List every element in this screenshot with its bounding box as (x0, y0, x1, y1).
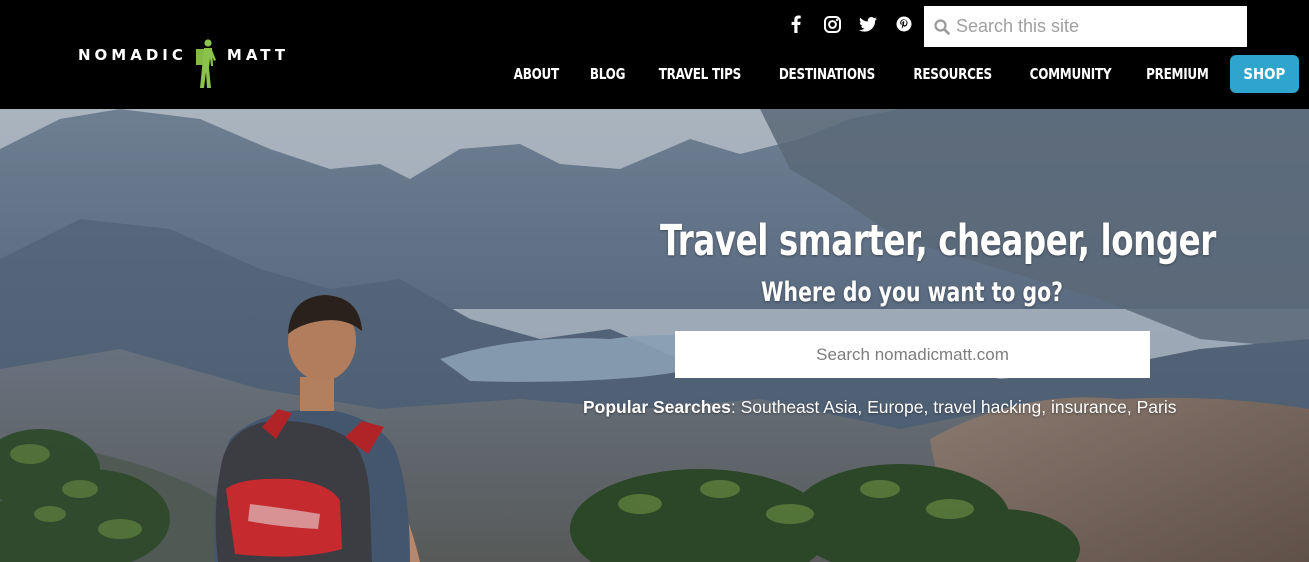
backpacker-logo-icon (195, 39, 216, 88)
main-nav: ABOUT BLOG TRAVEL TIPS DESTINATIONS RESO… (498, 55, 1309, 93)
pinterest-icon[interactable] (886, 12, 922, 36)
popular-search-link[interactable]: Southeast Asia (741, 397, 858, 417)
hero-section: Travel smarter, cheaper, longer Where do… (0, 109, 1309, 562)
popular-search-link[interactable]: insurance (1051, 397, 1127, 417)
popular-searches: Popular Searches: Southeast Asia, Europe… (583, 397, 1177, 417)
site-header: NOMADIC MATT ABOUT BLO (0, 0, 1309, 109)
site-search-input[interactable] (956, 16, 1236, 37)
search-icon (934, 18, 950, 35)
hero-search-box (675, 331, 1150, 378)
nav-community[interactable]: COMMUNITY (1019, 55, 1121, 93)
twitter-icon[interactable] (850, 12, 886, 36)
shop-button[interactable]: SHOP (1230, 55, 1299, 93)
nav-premium[interactable]: PREMIUM (1136, 55, 1219, 93)
instagram-icon[interactable] (814, 12, 850, 36)
hero-headline: Travel smarter, cheaper, longer (660, 216, 1216, 266)
nav-destinations[interactable]: DESTINATIONS (769, 55, 886, 93)
hero-search-input[interactable] (675, 331, 1150, 378)
logo-text-left: NOMADIC (78, 45, 187, 64)
nav-travel-tips[interactable]: TRAVEL TIPS (648, 55, 751, 93)
popular-search-link[interactable]: Paris (1137, 397, 1177, 417)
site-search-box (924, 6, 1247, 47)
facebook-icon[interactable] (778, 12, 814, 36)
nav-blog[interactable]: BLOG (579, 55, 635, 93)
nav-resources[interactable]: RESOURCES (903, 55, 1002, 93)
nav-about[interactable]: ABOUT (503, 55, 569, 93)
popular-search-link[interactable]: travel hacking (933, 397, 1041, 417)
site-logo[interactable]: NOMADIC MATT (78, 38, 289, 92)
popular-searches-label: Popular Searches (583, 397, 731, 417)
shop-label: SHOP (1243, 65, 1286, 83)
hero-subhead: Where do you want to go? (761, 277, 1063, 308)
popular-search-link[interactable]: Europe (867, 397, 923, 417)
logo-text-right: MATT (226, 45, 290, 64)
social-links (778, 12, 922, 36)
